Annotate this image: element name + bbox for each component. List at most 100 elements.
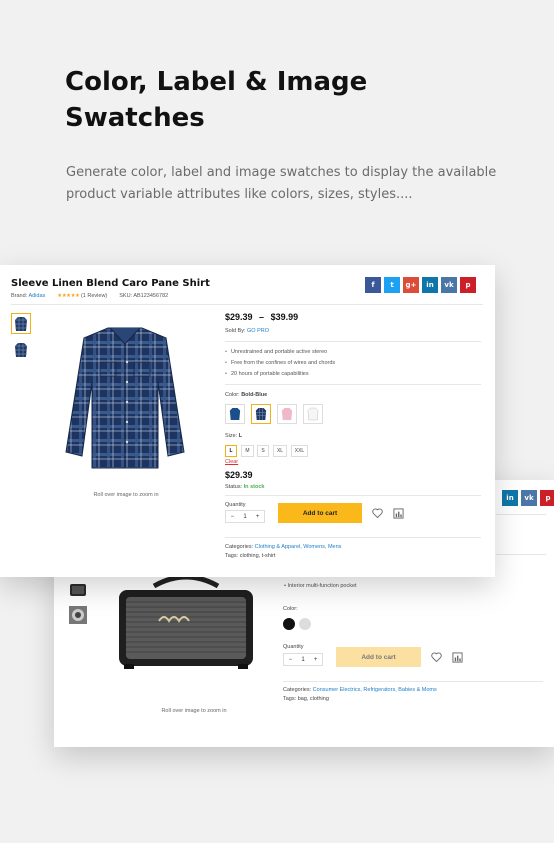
- divider: [496, 514, 546, 515]
- increase-button[interactable]: +: [256, 514, 260, 520]
- tags-row: Tags: bag, clothing: [283, 696, 329, 702]
- divider: [11, 304, 483, 305]
- divider: [225, 537, 481, 538]
- sold-by-row: Sold By: GO PRO: [225, 328, 269, 334]
- rating-row: ★★★★★ (1 Review): [57, 293, 107, 299]
- product-title: Sleeve Linen Blend Caro Pane Shirt: [11, 278, 210, 289]
- color-value: Bold-Blue: [241, 392, 268, 398]
- pinterest-icon[interactable]: p: [460, 277, 476, 293]
- seller-link[interactable]: GO PRO: [247, 328, 269, 334]
- sku-value: AB123456782: [133, 293, 169, 299]
- price-high: $39.99: [270, 312, 299, 322]
- thumbnail-shirt-1[interactable]: [11, 313, 31, 334]
- quantity-label: Quantity: [283, 644, 304, 650]
- color-label: Color:: [225, 392, 240, 398]
- price-dash: –: [259, 312, 265, 322]
- size-option-l[interactable]: L: [225, 445, 237, 457]
- divider: [225, 384, 481, 385]
- promo-headline: Color, Label & Image Swatches: [65, 67, 368, 133]
- image-swatch-white[interactable]: [303, 404, 323, 424]
- size-option-s[interactable]: S: [257, 445, 269, 457]
- tags-label: Tags:: [225, 553, 239, 559]
- product-image-speaker[interactable]: [114, 574, 258, 676]
- share-buttons: f t g+ in vk p: [365, 277, 476, 293]
- size-option-xxl[interactable]: XXL: [291, 445, 308, 457]
- variation-price: $29.39: [225, 470, 253, 480]
- size-option-m[interactable]: M: [241, 445, 254, 457]
- wishlist-icon[interactable]: [430, 651, 442, 663]
- decrease-button[interactable]: −: [231, 514, 235, 520]
- color-swatch-black[interactable]: [283, 618, 295, 630]
- categories-links[interactable]: Consumer Electrics, Refrigerators, Babie…: [313, 687, 437, 693]
- sold-by-label: Sold By:: [225, 328, 246, 334]
- quantity-value[interactable]: 1: [301, 657, 304, 663]
- categories-row: Categories: Consumer Electrics, Refriger…: [283, 687, 437, 693]
- feature-item: Free from the confines of wires and chor…: [225, 358, 335, 369]
- divider: [225, 495, 481, 496]
- quantity-stepper[interactable]: − 1 +: [283, 653, 323, 666]
- categories-links[interactable]: Clothing & Apparel, Womens, Mens: [255, 544, 342, 550]
- increase-button[interactable]: +: [314, 657, 318, 663]
- size-option-xl[interactable]: XL: [273, 445, 287, 457]
- decrease-button[interactable]: −: [289, 657, 293, 663]
- wishlist-icon[interactable]: [371, 507, 383, 519]
- zoom-hint: Roll over image to zoom in: [161, 708, 227, 714]
- twitter-icon[interactable]: t: [384, 277, 400, 293]
- google-plus-icon[interactable]: g+: [403, 277, 419, 293]
- promo-description: Generate color, label and image swatches…: [66, 165, 497, 202]
- categories-label: Categories:: [283, 687, 312, 693]
- stock-status: Status: In stock: [225, 484, 264, 490]
- color-swatch-silver[interactable]: [299, 618, 311, 630]
- status-value: In stock: [243, 484, 265, 490]
- vk-icon[interactable]: vk: [521, 490, 537, 506]
- tags-value[interactable]: bag, clothing: [298, 696, 329, 702]
- size-value: L: [238, 433, 243, 439]
- brand-row: Brand: Adidas: [11, 293, 45, 299]
- linkedin-icon[interactable]: in: [422, 277, 438, 293]
- product-meta: Brand: Adidas ★★★★★ (1 Review) SKU: AB12…: [11, 293, 168, 299]
- image-swatch-navy[interactable]: [225, 404, 245, 424]
- compare-icon[interactable]: [392, 507, 404, 519]
- vk-icon[interactable]: vk: [441, 277, 457, 293]
- tags-value[interactable]: clothing, t-shirt: [240, 553, 276, 559]
- rating-stars: ★★★★★: [57, 293, 80, 299]
- compare-icon[interactable]: [451, 651, 463, 663]
- pinterest-icon[interactable]: p: [540, 490, 554, 506]
- tags-label: Tags:: [283, 696, 297, 702]
- color-label: Color:: [283, 606, 298, 612]
- sku-row: SKU: AB123456782: [119, 293, 168, 299]
- thumbnail-speaker-1[interactable]: [68, 579, 88, 600]
- product-image-shirt[interactable]: [60, 322, 190, 477]
- feature-item: Unrestrained and portable active stereo: [225, 347, 335, 358]
- clear-link[interactable]: Clear: [225, 459, 238, 465]
- brand-link[interactable]: Adidas: [28, 293, 45, 299]
- reviews-link[interactable]: (1 Review): [81, 293, 107, 299]
- divider: [283, 681, 543, 682]
- quantity-stepper[interactable]: − 1 +: [225, 510, 265, 523]
- size-label: Size:: [225, 433, 238, 439]
- image-swatch-pink[interactable]: [277, 404, 297, 424]
- linkedin-icon[interactable]: in: [502, 490, 518, 506]
- zoom-hint: Roll over image to zoom in: [93, 492, 159, 498]
- add-to-cart-button[interactable]: Add to cart: [278, 503, 362, 523]
- share-buttons: in vk p: [502, 490, 554, 506]
- image-swatch-bold-blue[interactable]: [251, 404, 271, 424]
- add-to-cart-button[interactable]: Add to cart: [336, 647, 421, 667]
- feature-text: Interior multi-function pocket: [287, 583, 357, 589]
- feature-item: 20 hours of portable capabilities: [225, 369, 335, 380]
- categories-row: Categories: Clothing & Apparel, Womens, …: [225, 544, 341, 550]
- divider: [496, 554, 546, 555]
- categories-label: Categories:: [225, 544, 254, 550]
- thumbnail-shirt-2[interactable]: [11, 339, 31, 360]
- price-range: $29.39 – $39.99: [225, 312, 298, 322]
- feature-list: Unrestrained and portable active stereo …: [225, 347, 335, 380]
- sku-label: SKU:: [119, 293, 133, 299]
- quantity-value[interactable]: 1: [243, 514, 246, 520]
- product-card-shirt: Sleeve Linen Blend Caro Pane Shirt Brand…: [0, 265, 495, 577]
- brand-label: Brand:: [11, 293, 28, 299]
- thumbnail-speaker-2[interactable]: [68, 604, 88, 625]
- facebook-icon[interactable]: f: [365, 277, 381, 293]
- feature-item: • Interior multi-function pocket: [284, 583, 357, 589]
- price-low: $29.39: [225, 312, 253, 322]
- divider: [225, 341, 481, 342]
